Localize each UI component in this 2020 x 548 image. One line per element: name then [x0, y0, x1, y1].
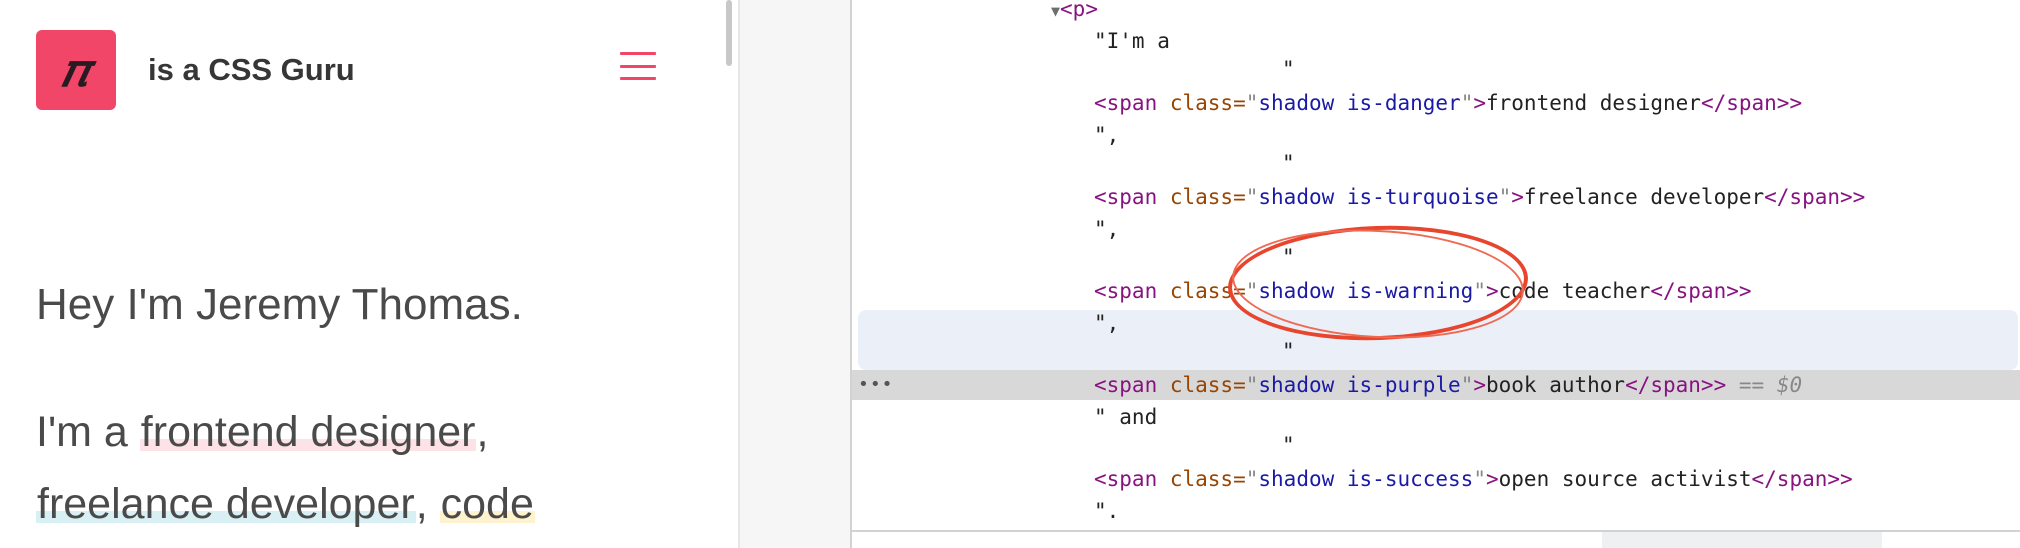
intro-separator: ,: [476, 408, 489, 456]
dom-text-node[interactable]: ",: [852, 120, 2020, 150]
intro-paragraph: I'm a frontend designer, freelance devel…: [36, 396, 676, 540]
breadcrumb-chip[interactable]: [1602, 532, 1882, 548]
highlighted-class-value: shadow is-warning: [1258, 279, 1474, 303]
more-actions-icon[interactable]: •••: [858, 370, 894, 400]
dom-text-node[interactable]: ": [852, 148, 2020, 178]
dom-node-span-success[interactable]: <span class="shadow is-success">open sou…: [852, 464, 2020, 494]
selected-node-marker: == $0: [1726, 373, 1803, 397]
hero-heading: Hey I'm Jeremy Thomas.: [36, 280, 523, 329]
dom-text-node[interactable]: ",: [852, 214, 2020, 244]
intro-lead: I'm a: [36, 408, 140, 456]
brand-text: is a CSS Guru: [148, 52, 355, 87]
dom-text-node[interactable]: " and: [852, 402, 2020, 432]
intro-separator: ,: [415, 480, 440, 528]
site-logo[interactable]: 𝜋: [36, 30, 116, 110]
dom-text-node[interactable]: "I'm a: [852, 26, 2020, 56]
expand-arrow-icon[interactable]: ▼: [1051, 2, 1060, 20]
site-scrollbar[interactable]: [726, 0, 732, 66]
role-code-teacher: code: [439, 480, 535, 528]
dom-text-node[interactable]: ": [852, 242, 2020, 272]
dom-text-node[interactable]: ": [852, 54, 2020, 84]
breadcrumb-bar: [852, 530, 2020, 548]
dom-node-span-danger[interactable]: <span class="shadow is-danger">frontend …: [852, 88, 2020, 118]
devtools-elements-panel: ▼<p> "I'm a " <span class="shadow is-dan…: [852, 0, 2020, 548]
dom-node-span-warning[interactable]: <span class="shadow is-warning">code tea…: [852, 276, 2020, 306]
role-freelance-developer: freelance developer: [36, 480, 416, 528]
dom-text-node[interactable]: ": [852, 430, 2020, 460]
dom-node-p[interactable]: ▼<p>: [852, 0, 2020, 24]
devtools-gutter: [740, 0, 850, 548]
dom-text-node[interactable]: ".: [852, 496, 2020, 526]
dom-text-node[interactable]: ": [852, 336, 2020, 366]
role-frontend-designer: frontend designer: [139, 408, 477, 456]
dom-node-span-turquoise[interactable]: <span class="shadow is-turquoise">freela…: [852, 182, 2020, 212]
dom-node-span-purple-selected[interactable]: ••• <span class="shadow is-purple">book a…: [852, 370, 2020, 400]
website-preview: 𝜋 is a CSS Guru Hey I'm Jeremy Thomas. I…: [0, 0, 738, 548]
logo-glyph: 𝜋: [62, 43, 90, 97]
dom-text-node[interactable]: ",: [852, 308, 2020, 338]
hamburger-icon[interactable]: [620, 52, 656, 80]
